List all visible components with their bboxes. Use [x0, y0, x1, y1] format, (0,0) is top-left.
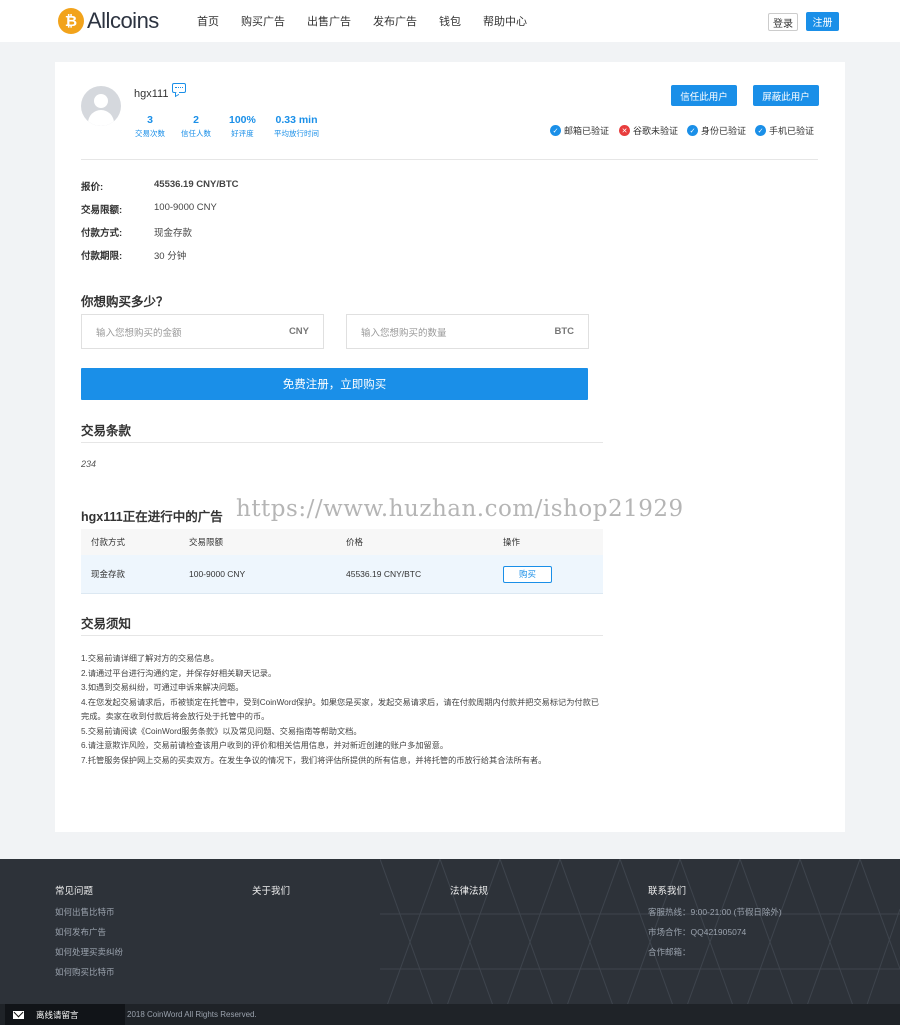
copyright: 2018 CoinWord All Rights Reserved. — [127, 1010, 257, 1019]
terms-title: 交易条款 — [81, 424, 132, 438]
nav-home[interactable]: 首页 — [197, 13, 219, 29]
main-card: hgx111 3 交易次数 2 信任人数 100% 好评度 0.33 min 平… — [55, 62, 845, 832]
stat-trusted: 2 信任人数 — [181, 114, 211, 138]
email-verified: ✓ 邮箱已验证 — [550, 124, 609, 137]
footer-faq: 常见问题 如何出售比特币 如何发布广告 如何处理买卖纠纷 如何购买比特币 — [55, 886, 124, 978]
login-button[interactable]: 登录 — [768, 13, 798, 31]
footer-contact: 联系我们 客服热线：9:00-21:00 (节假日除外) 市场合作：QQ4219… — [648, 886, 782, 957]
footer-law: 法律法规 — [450, 886, 489, 897]
notice-title: 交易须知 — [81, 617, 132, 631]
divider — [81, 159, 818, 160]
deadline-row: 付款期限: 30 分钟 — [81, 251, 187, 262]
cross-icon: ✕ — [619, 125, 630, 136]
notice-line: 5.交易前请阅读《CoinWord服务条款》以及常见问题、交易指南等帮助文档。 — [81, 726, 362, 736]
identity-verified: ✓ 身份已验证 — [687, 124, 746, 137]
offline-chat-button[interactable]: 离线请留言 — [5, 1004, 125, 1025]
check-icon: ✓ — [687, 125, 698, 136]
footer-about: 关于我们 — [252, 886, 291, 897]
stat-rating: 100% 好评度 — [229, 114, 256, 138]
stat-release-time: 0.33 min 平均放行时间 — [274, 114, 319, 138]
nav-sell-ads[interactable]: 出售广告 — [307, 13, 351, 29]
bitcoin-icon: ₿ — [58, 8, 84, 34]
stat-trades: 3 交易次数 — [135, 114, 165, 138]
payment-row: 付款方式: 现金存款 — [81, 228, 193, 239]
notice-list: 1.交易前请详细了解对方的交易信息。 2.请通过平台进行沟通约定，并保存好相关聊… — [81, 652, 601, 768]
nav-post-ad[interactable]: 发布广告 — [373, 13, 417, 29]
trust-user-button[interactable]: 信任此用户 — [671, 85, 737, 106]
notice-line: 3.如遇到交易纠纷，可通过申诉来解决问题。 — [81, 683, 244, 692]
notice-line: 2.请通过平台进行沟通约定，并保存好相关聊天记录。 — [81, 668, 277, 678]
notice-line: 7.托管服务保护网上交易的买卖双方。在发生争议的情况下，我们将评估所提供的所有信… — [81, 755, 547, 765]
chat-icon[interactable] — [172, 83, 186, 93]
ads-table: 付款方式 交易限额 价格 操作 现金存款 100-9000 CNY 45536.… — [81, 529, 603, 594]
buy-button[interactable]: 购买 — [503, 565, 552, 583]
logo[interactable]: ₿ Allcoins — [58, 8, 159, 34]
nav-wallet[interactable]: 钱包 — [439, 13, 461, 29]
divider — [81, 635, 603, 636]
limit-row: 交易限额: 100-9000 CNY — [81, 202, 217, 216]
nav-buy-ads[interactable]: 购买广告 — [241, 13, 285, 29]
block-user-button[interactable]: 屏蔽此用户 — [753, 85, 819, 106]
nav-help[interactable]: 帮助中心 — [483, 13, 527, 29]
check-icon: ✓ — [550, 125, 561, 136]
table-header: 付款方式 交易限额 价格 操作 — [81, 529, 603, 555]
divider — [81, 442, 603, 443]
mail-icon — [13, 1010, 24, 1019]
ads-title: hgx111正在进行中的广告 — [81, 510, 223, 524]
username: hgx111 — [134, 88, 169, 100]
register-button[interactable]: 注册 — [806, 12, 839, 31]
table-row: 现金存款 100-9000 CNY 45536.19 CNY/BTC 购买 — [81, 555, 603, 594]
check-icon: ✓ — [755, 125, 766, 136]
main-nav: 首页 购买广告 出售广告 发布广告 钱包 帮助中心 — [186, 13, 538, 29]
footer-link[interactable]: 如何处理买卖纠纷 — [55, 946, 123, 958]
phone-verified: ✓ 手机已验证 — [755, 124, 814, 137]
watermark: https://www.huzhan.com/ishop21929 — [236, 496, 684, 522]
terms-text: 234 — [81, 459, 97, 469]
buy-form-title: 你想购买多少？ — [81, 295, 169, 309]
footer-link[interactable]: 如何发布广告 — [55, 926, 123, 938]
google-unverified: ✕ 谷歌未验证 — [619, 124, 678, 137]
amount-input[interactable]: 输入您想购买的金额 CNY — [81, 314, 324, 349]
avatar — [81, 86, 121, 126]
top-header: ₿ Allcoins 首页 购买广告 出售广告 发布广告 钱包 帮助中心 登录 … — [0, 0, 900, 42]
register-buy-button[interactable]: 免费注册，立即购买 — [81, 368, 588, 400]
notice-line: 4.在您发起交易请求后，币被锁定在托管中，受到CoinWord保护。如果您是买家… — [81, 697, 599, 722]
footer-link[interactable]: 如何出售比特币 — [55, 906, 123, 918]
footer-bottom: 离线请留言 2018 CoinWord All Rights Reserved. — [0, 1004, 900, 1025]
notice-line: 6.请注意欺诈风险，交易前请检查该用户收到的评价和相关信用信息，并对新近创建的账… — [81, 741, 449, 750]
notice-line: 1.交易前请详细了解对方的交易信息。 — [81, 654, 219, 663]
footer-link[interactable]: 如何购买比特币 — [55, 966, 123, 978]
footer: 常见问题 如何出售比特币 如何发布广告 如何处理买卖纠纷 如何购买比特币 关于我… — [0, 859, 900, 1025]
quantity-input[interactable]: 输入您想购买的数量 BTC — [346, 314, 589, 349]
logo-text: Allcoins — [87, 8, 159, 33]
price-row: 报价: 45536.19 CNY/BTC — [81, 179, 239, 193]
